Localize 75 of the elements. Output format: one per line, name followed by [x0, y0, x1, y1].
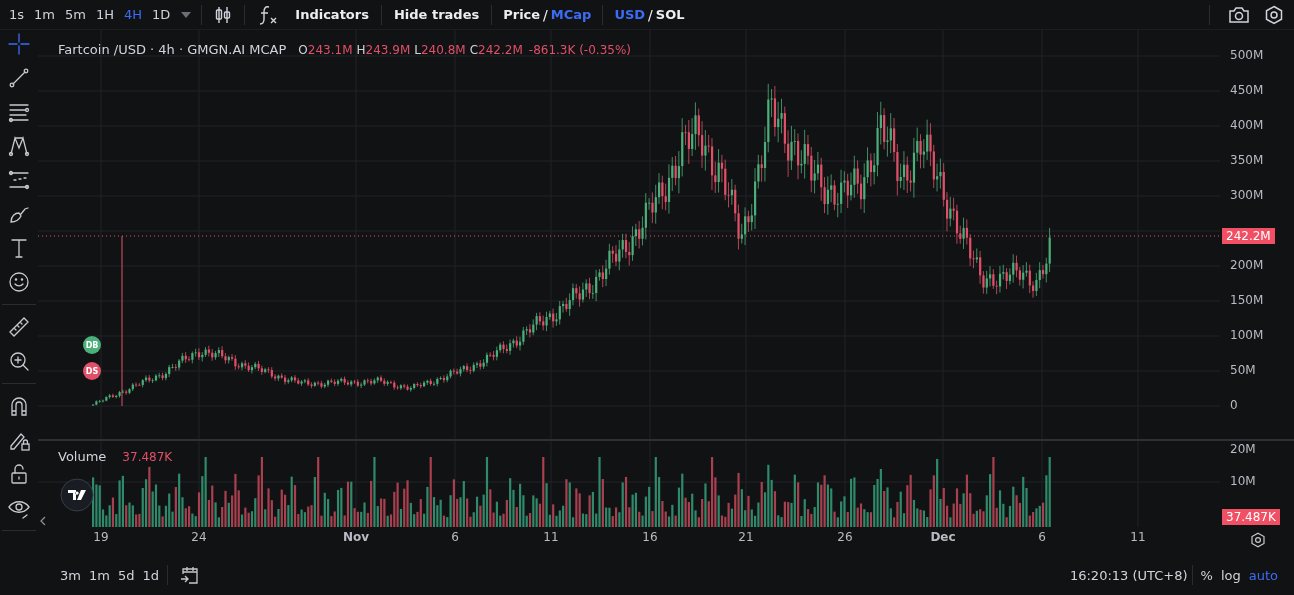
time-axis-label: Dec: [930, 530, 956, 544]
interval-button[interactable]: 4H: [118, 7, 147, 22]
price-axis-label: 0: [1230, 398, 1238, 412]
price-axis-label: 150M: [1230, 293, 1264, 307]
ohlc-key: C: [469, 43, 479, 57]
interval-button[interactable]: 1s: [4, 7, 30, 22]
time-axis-label: 11: [1130, 530, 1146, 544]
volume-axis-label: 10M: [1230, 474, 1256, 488]
price-axis-label: 350M: [1230, 153, 1264, 167]
time-axis-label: Nov: [342, 530, 370, 544]
range-button[interactable]: 1d: [138, 567, 163, 583]
caret-icon[interactable]: [181, 11, 192, 18]
ohlc-key: H: [356, 43, 366, 57]
trend-line-icon[interactable]: [7, 66, 31, 90]
price-axis-label: 500M: [1230, 48, 1264, 62]
collapse-icon[interactable]: [40, 516, 46, 526]
emoji-icon[interactable]: [7, 270, 31, 294]
price-axis-label: 400M: [1230, 118, 1264, 132]
ohlc-value: 243.1M: [307, 43, 353, 57]
ohlc-value: 240.8M: [420, 43, 466, 57]
volume-value: 37.487K: [122, 450, 173, 464]
trade-marker[interactable]: DS: [83, 362, 101, 380]
candlestick-icon[interactable]: [214, 5, 233, 24]
crosshair-icon[interactable]: [7, 32, 31, 56]
interval-button[interactable]: 1H: [90, 7, 119, 22]
logo-icon[interactable]: [60, 478, 94, 512]
volume-title: Volume: [58, 449, 107, 464]
ohlc-key: L: [414, 43, 421, 57]
range-button[interactable]: 1m: [84, 567, 114, 583]
price-change: -861.3K (-0.35%): [528, 43, 631, 57]
toggle-option[interactable]: SOL: [652, 7, 688, 22]
time-axis-label: 6: [1038, 530, 1046, 544]
indicators-button[interactable]: Indicators: [287, 7, 377, 22]
range-button[interactable]: 5d: [113, 567, 139, 583]
time-axis-label: 26: [837, 530, 853, 544]
price-axis-label: 300M: [1230, 188, 1264, 202]
calendar-icon[interactable]: [179, 565, 200, 585]
price-axis-label: 100M: [1230, 328, 1264, 342]
price-axis-label: 450M: [1230, 83, 1264, 97]
scale-option[interactable]: %: [1196, 567, 1217, 583]
hide-trades-button[interactable]: Hide trades: [385, 7, 488, 22]
ruler-icon[interactable]: [7, 315, 31, 339]
zoom-icon[interactable]: [7, 349, 31, 373]
slash-separator: /: [648, 6, 653, 23]
slash-separator: /: [543, 6, 548, 23]
interval-button[interactable]: 5m: [60, 7, 91, 22]
time-axis-label: 6: [451, 530, 459, 544]
time-axis-label: 21: [738, 530, 754, 544]
ohlc-value: 242.2M: [478, 43, 523, 57]
settings-icon[interactable]: [1250, 532, 1266, 548]
ohlc-value: 243.9M: [365, 43, 411, 57]
time-axis-label: 19: [93, 530, 109, 544]
toggle-option[interactable]: Price: [500, 7, 544, 22]
time-axis-label: 24: [191, 530, 207, 544]
ohlc-key: O: [298, 43, 308, 57]
pattern-icon[interactable]: [7, 134, 31, 158]
projection-icon[interactable]: [7, 168, 31, 192]
time-axis-label: 16: [642, 530, 658, 544]
volume-axis-label: 20M: [1230, 442, 1256, 456]
interval-button[interactable]: 1D: [147, 7, 176, 22]
range-button[interactable]: 3m: [56, 567, 85, 583]
price-axis-label: 200M: [1230, 258, 1264, 272]
toggle-option[interactable]: USD: [611, 7, 649, 22]
settings-icon[interactable]: [1264, 4, 1284, 25]
price-axis-label: 50M: [1230, 363, 1256, 377]
price-badge: 242.2M: [1222, 228, 1275, 244]
time-axis-label: 11: [543, 530, 559, 544]
scale-option[interactable]: auto: [1244, 567, 1282, 583]
interval-button[interactable]: 1m: [29, 7, 60, 22]
volume-badge: 37.487K: [1222, 509, 1280, 525]
toggle-option[interactable]: MCap: [547, 7, 595, 22]
camera-icon[interactable]: [1228, 5, 1250, 24]
symbol-title: Fartcoin /USD · 4h · GMGN.AI MCAP: [58, 42, 287, 57]
scale-option[interactable]: log: [1216, 567, 1245, 583]
clock-time: 16:20:13 (UTC+8): [1069, 567, 1188, 583]
